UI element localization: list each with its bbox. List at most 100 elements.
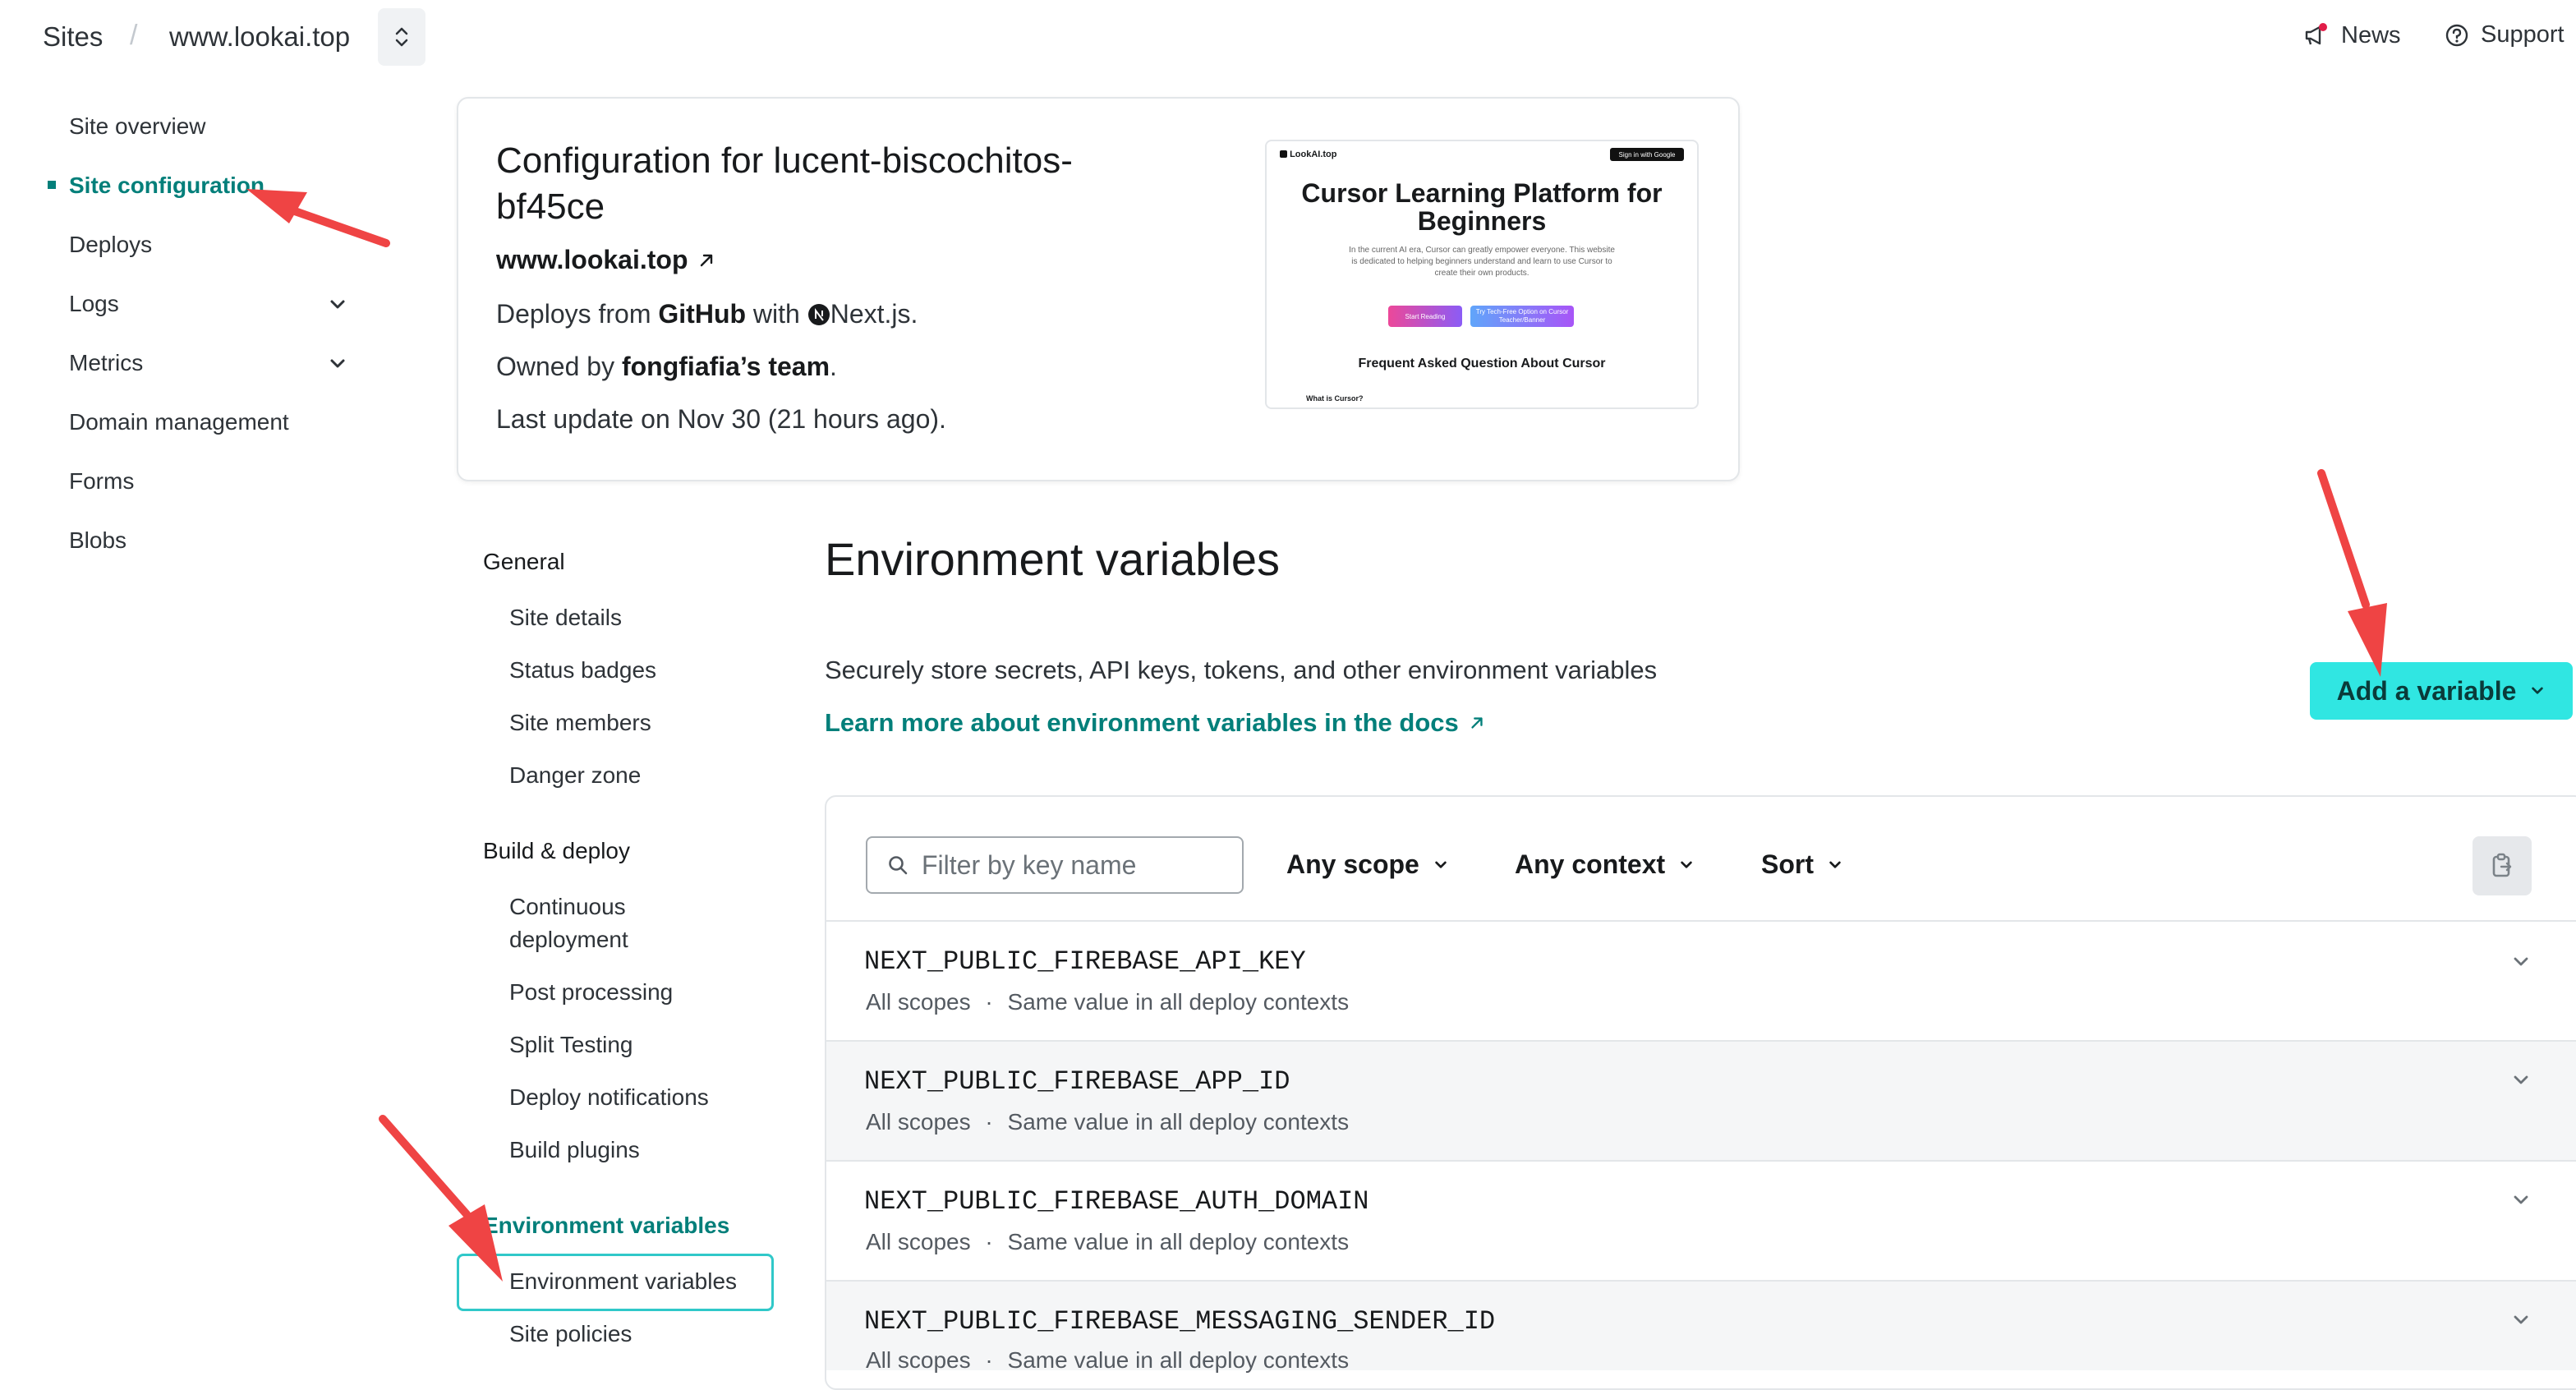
site-url-label: www.lookai.top <box>496 245 688 274</box>
scope-dropdown[interactable]: Any scope <box>1286 849 1449 880</box>
meta-separator: · <box>985 989 993 1015</box>
sort-dropdown[interactable]: Sort <box>1761 849 1843 880</box>
deploys-with: with <box>752 299 800 329</box>
sidebar-item-site-overview[interactable]: Site overview <box>69 113 206 140</box>
subnav-heading-environment-variables[interactable]: Environment variables <box>483 1213 729 1239</box>
preview-logo: LookAI.top <box>1280 150 1337 159</box>
add-variable-label: Add a variable <box>2336 675 2517 706</box>
variable-meta: All scopes · Same value in all deploy co… <box>866 1229 1349 1255</box>
chevron-down-icon[interactable] <box>327 353 348 375</box>
chevron-down-icon[interactable] <box>2510 951 2532 973</box>
subnav-heading-general[interactable]: General <box>483 549 565 575</box>
preview-heading: Cursor Learning Platform for Beginners <box>1301 178 1663 236</box>
news-link[interactable]: News <box>2302 21 2401 49</box>
site-preview-thumbnail[interactable]: LookAI.top Sign in with Google Cursor Le… <box>1265 140 1699 409</box>
filter-input[interactable] <box>920 849 1235 881</box>
variable-scope: All scopes <box>866 1347 971 1373</box>
preview-primary-button: Start Reading <box>1388 306 1462 327</box>
context-dropdown[interactable]: Any context <box>1515 849 1695 880</box>
sort-dropdown-label: Sort <box>1761 849 1814 879</box>
support-label: Support <box>2481 21 2564 48</box>
owned-by-line: Owned by fongfiafia’s team. <box>496 352 837 382</box>
filter-field[interactable] <box>866 836 1244 894</box>
env-docs-link-label: Learn more about environment variables i… <box>825 708 1459 737</box>
env-docs-link[interactable]: Learn more about environment variables i… <box>825 708 1485 738</box>
variable-context: Same value in all deploy contexts <box>1007 1347 1350 1373</box>
sidebar-item-logs[interactable]: Logs <box>69 291 119 317</box>
search-icon <box>889 856 908 875</box>
chevron-down-icon <box>1681 861 1692 868</box>
variable-scope: All scopes <box>866 1229 971 1254</box>
variable-scope: All scopes <box>866 989 971 1015</box>
site-config-title: Configuration for lucent-biscochitos-bf4… <box>496 140 1073 227</box>
sidebar-item-metrics[interactable]: Metrics <box>69 350 143 376</box>
variable-context: Same value in all deploy contexts <box>1007 989 1350 1015</box>
last-update-line: Last update on Nov 30 (21 hours ago). <box>496 404 946 434</box>
chevron-down-icon[interactable] <box>327 294 348 315</box>
chevron-down-icon[interactable] <box>2510 1190 2532 1211</box>
subnav-item-split-testing[interactable]: Split Testing <box>509 1029 632 1061</box>
variable-key: NEXT_PUBLIC_FIREBASE_MESSAGING_SENDER_ID <box>864 1306 1496 1337</box>
clipboard-import-button[interactable] <box>2472 836 2532 895</box>
external-link-icon <box>701 254 713 266</box>
subnav-item-site-details[interactable]: Site details <box>509 601 622 634</box>
site-url-link[interactable]: www.lookai.top <box>496 245 715 275</box>
subnav-item-site-policies[interactable]: Site policies <box>509 1318 632 1351</box>
preview-logo-text: LookAI.top <box>1290 150 1337 159</box>
preview-signin-button: Sign in with Google <box>1610 148 1684 161</box>
subnav-heading-build-deploy[interactable]: Build & deploy <box>483 838 630 864</box>
page-title: Environment variables <box>825 533 1281 585</box>
variable-key: NEXT_PUBLIC_FIREBASE_API_KEY <box>864 946 1306 977</box>
sidebar-item-deploys[interactable]: Deploys <box>69 232 152 258</box>
site-switcher-button[interactable] <box>378 8 426 66</box>
help-circle-icon <box>2445 24 2468 46</box>
variable-row[interactable] <box>826 1042 2576 1160</box>
news-label: News <box>2341 21 2401 48</box>
owned-prefix: Owned by <box>496 352 615 381</box>
chevron-down-icon <box>1435 861 1447 868</box>
support-link[interactable]: Support <box>2445 21 2564 48</box>
variable-context: Same value in all deploy contexts <box>1007 1109 1350 1135</box>
meta-separator: · <box>985 1229 993 1254</box>
subnav-item-site-members[interactable]: Site members <box>509 707 651 739</box>
variable-key: NEXT_PUBLIC_FIREBASE_APP_ID <box>864 1066 1290 1097</box>
subnav-item-danger-zone[interactable]: Danger zone <box>509 759 641 792</box>
deploys-from-line: Deploys from GitHub with Next.js. <box>496 299 918 329</box>
sidebar-item-forms[interactable]: Forms <box>69 468 134 495</box>
variable-meta: All scopes · Same value in all deploy co… <box>866 1347 1349 1374</box>
team-owner: fongfiafia’s team <box>621 352 830 381</box>
variable-scope: All scopes <box>866 1109 971 1135</box>
breadcrumb-sites[interactable]: Sites <box>43 21 103 53</box>
chevron-down-icon <box>2532 687 2544 694</box>
framework-label: Next.js. <box>830 299 918 329</box>
variable-context: Same value in all deploy contexts <box>1007 1229 1350 1254</box>
subnav-item-build-plugins[interactable]: Build plugins <box>509 1134 640 1167</box>
variable-meta: All scopes · Same value in all deploy co… <box>866 1109 1349 1135</box>
preview-secondary-button: Try Tech-Free Option on Cursor Teacher/B… <box>1470 306 1574 327</box>
variable-meta: All scopes · Same value in all deploy co… <box>866 989 1349 1015</box>
breadcrumb-separator: / <box>130 20 138 51</box>
deploy-source: GitHub <box>658 299 747 329</box>
chevron-down-icon <box>1829 861 1841 868</box>
subnav-item-status-badges[interactable]: Status badges <box>509 654 656 687</box>
sidebar-item-blobs[interactable]: Blobs <box>69 527 126 554</box>
subnav-item-deploy-notifications[interactable]: Deploy notifications <box>509 1081 709 1114</box>
add-variable-button[interactable]: Add a variable <box>2310 662 2573 720</box>
variable-row[interactable] <box>826 922 2576 1040</box>
subnav-item-continuous-deployment[interactable]: Continuous deployment <box>509 891 690 956</box>
chevron-down-icon[interactable] <box>2510 1070 2532 1091</box>
nextjs-icon <box>807 304 830 325</box>
meta-separator: · <box>985 1109 993 1135</box>
sidebar-item-domain-management[interactable]: Domain management <box>69 409 289 435</box>
subnav-item-post-processing[interactable]: Post processing <box>509 976 673 1009</box>
external-link-icon <box>1471 717 1483 729</box>
subnav-item-environment-variables[interactable]: Environment variables <box>509 1265 737 1298</box>
variable-row[interactable] <box>826 1162 2576 1280</box>
chevron-down-icon[interactable] <box>2510 1309 2532 1331</box>
breadcrumb-site-name[interactable]: www.lookai.top <box>169 21 350 53</box>
owned-suffix: . <box>830 352 837 381</box>
preview-faq-title: Frequent Asked Question About Cursor <box>1358 357 1606 371</box>
env-description: Securely store secrets, API keys, tokens… <box>825 656 1658 684</box>
sidebar-item-site-configuration[interactable]: Site configuration <box>69 173 264 199</box>
active-indicator <box>48 181 56 189</box>
